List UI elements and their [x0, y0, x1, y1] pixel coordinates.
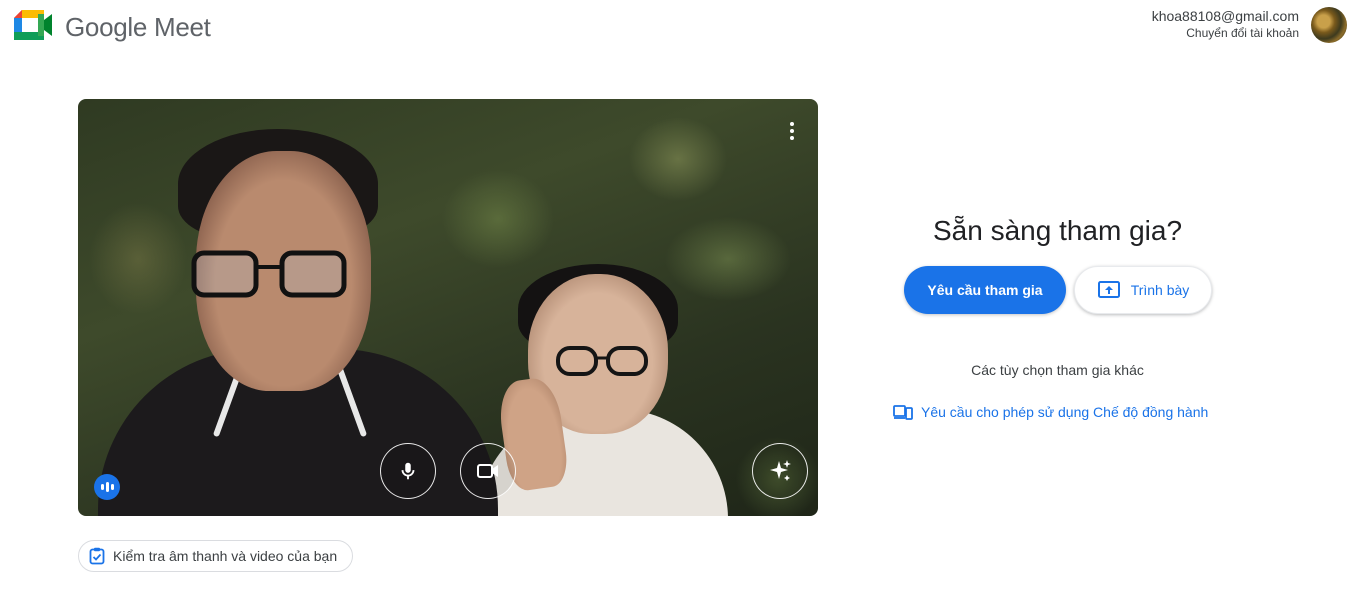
- companion-mode-link[interactable]: Yêu cầu cho phép sử dụng Chế độ đồng hàn…: [893, 404, 1208, 420]
- camera-toggle-button[interactable]: [460, 443, 516, 499]
- visual-effects-button[interactable]: [752, 443, 808, 499]
- top-bar: Google Meet khoa88108@gmail.com Chuyển đ…: [0, 0, 1355, 60]
- participant-glasses: [191, 250, 347, 298]
- account-email: khoa88108@gmail.com: [1151, 8, 1299, 24]
- account-info: khoa88108@gmail.com Chuyển đổi tài khoản: [1152, 8, 1299, 41]
- microphone-toggle-button[interactable]: [380, 443, 436, 499]
- check-audio-video-label: Kiểm tra âm thanh và video của bạn: [113, 548, 338, 564]
- companion-mode-label: Yêu cầu cho phép sử dụng Chế độ đồng hàn…: [921, 404, 1209, 420]
- present-button[interactable]: Trình bày: [1074, 266, 1212, 314]
- video-preview: [78, 99, 818, 516]
- microphone-icon: [401, 462, 415, 480]
- more-vert-icon[interactable]: [780, 119, 804, 143]
- sparkle-effects-icon: [770, 460, 791, 481]
- avatar[interactable]: [1311, 7, 1347, 43]
- google-meet-logo-icon: [14, 10, 52, 40]
- switch-account-link[interactable]: Chuyển đổi tài khoản: [1152, 25, 1299, 41]
- present-screen-icon: [1097, 281, 1120, 298]
- camera-icon: [477, 464, 498, 478]
- audio-level-icon: [94, 474, 120, 500]
- other-join-options-label: Các tùy chọn tham gia khác: [971, 362, 1144, 378]
- brand-name: Google Meet: [65, 12, 211, 42]
- participant-glasses: [556, 346, 648, 376]
- ask-to-join-label: Yêu cầu tham gia: [927, 282, 1043, 298]
- clipboard-check-icon: [89, 547, 105, 565]
- companion-devices-icon: [893, 405, 913, 420]
- present-label: Trình bày: [1130, 282, 1190, 298]
- brand[interactable]: Google Meet: [14, 10, 211, 44]
- ask-to-join-button[interactable]: Yêu cầu tham gia: [904, 266, 1066, 314]
- check-audio-video-button[interactable]: Kiểm tra âm thanh và video của bạn: [78, 540, 354, 572]
- ready-to-join-title: Sẵn sàng tham gia?: [932, 215, 1183, 246]
